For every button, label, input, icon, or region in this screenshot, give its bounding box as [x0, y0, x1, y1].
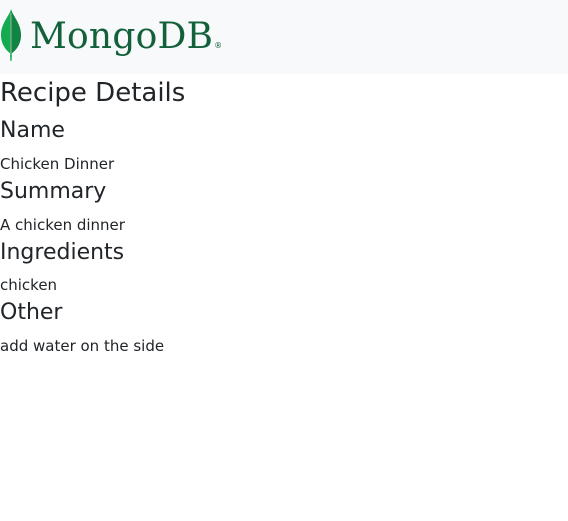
name-value: Chicken Dinner	[0, 155, 115, 173]
brand-link[interactable]: MongoDB ®	[0, 9, 222, 61]
page-title: Recipe Details	[0, 78, 186, 108]
summary-value: A chicken dinner	[0, 216, 125, 234]
other-value: add water on the side	[0, 337, 165, 355]
summary-heading: Summary	[0, 179, 107, 204]
other-heading: Other	[0, 300, 63, 325]
mongodb-leaf-icon	[1, 9, 21, 61]
brand-wordmark: MongoDB	[30, 16, 214, 57]
registered-mark: ®	[214, 40, 223, 50]
name-heading: Name	[0, 118, 65, 143]
navbar: MongoDB ®	[0, 0, 568, 74]
ingredients-value: chicken	[0, 276, 58, 294]
ingredients-heading: Ingredients	[0, 240, 125, 265]
